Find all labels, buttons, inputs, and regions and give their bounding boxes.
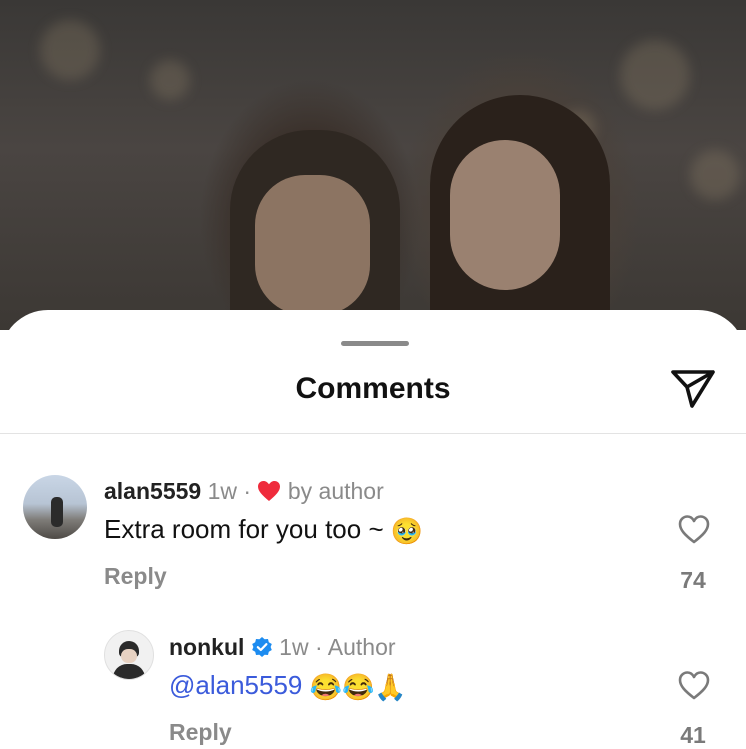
verified-badge-icon [251, 637, 272, 657]
heart-icon[interactable] [677, 513, 711, 545]
comment-username[interactable]: nonkul [169, 634, 244, 660]
comment-username[interactable]: alan5559 [104, 478, 201, 504]
meta-separator: · [314, 634, 323, 660]
background-photo [0, 0, 746, 330]
comment-emoji: 🥹 [390, 515, 424, 546]
liked-by-author-heart-icon [258, 481, 281, 501]
mention-link[interactable]: @alan5559 [169, 670, 302, 700]
header-divider [0, 433, 746, 434]
sheet-title: Comments [295, 372, 451, 405]
comment-emojis: 😂😂🙏 [309, 671, 407, 702]
heart-icon[interactable] [677, 669, 711, 701]
comment-time: 1w [279, 634, 309, 660]
like-count: 41 [680, 722, 706, 748]
reply-button[interactable]: Reply [104, 563, 167, 590]
meta-separator: · [243, 478, 252, 504]
comment-text: Extra room for you too ~ [104, 514, 384, 544]
drag-handle[interactable] [341, 341, 409, 346]
like-count: 74 [680, 567, 706, 593]
author-label: Author [327, 634, 396, 660]
comments-sheet: Comments alan5559 1w · by author Extra r… [0, 310, 746, 748]
avatar[interactable] [23, 475, 87, 539]
liked-by-author-label: by author [287, 478, 384, 504]
send-icon[interactable] [668, 366, 718, 412]
avatar[interactable] [104, 630, 154, 680]
comment-time: 1w [207, 478, 237, 504]
